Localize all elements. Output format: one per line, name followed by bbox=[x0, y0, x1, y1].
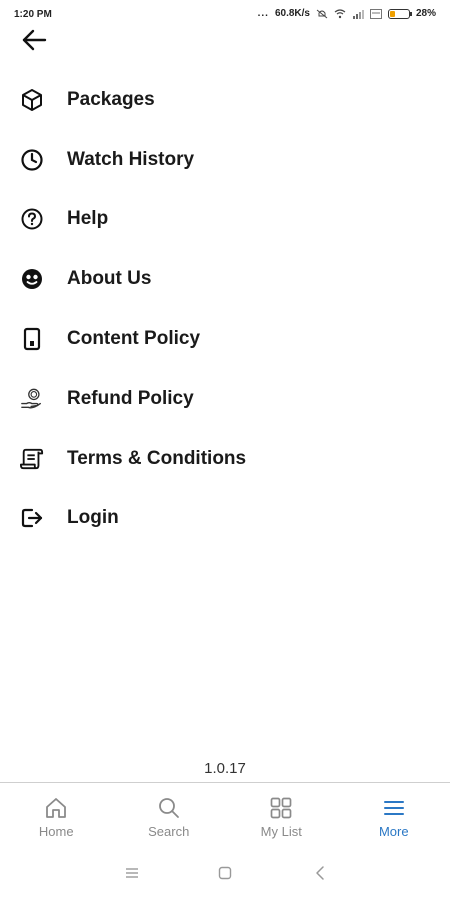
more-menu: Packages Watch History Help About Us Con… bbox=[0, 70, 450, 548]
home-square-icon[interactable] bbox=[215, 863, 235, 883]
nav-label: My List bbox=[260, 824, 302, 839]
clock-icon bbox=[20, 148, 44, 172]
system-nav-bar bbox=[0, 855, 450, 891]
more-screen: 1:20 PM ... 60.8K/s 28% Packages Watch H… bbox=[0, 0, 450, 900]
home-icon bbox=[43, 795, 69, 821]
menu-label: Terms & Conditions bbox=[67, 447, 247, 469]
menu-item-terms-conditions[interactable]: Terms & Conditions bbox=[0, 429, 450, 489]
arrow-left-icon bbox=[22, 29, 47, 51]
document-icon bbox=[20, 447, 44, 471]
back-chevron-icon[interactable] bbox=[310, 863, 330, 883]
cube-icon bbox=[20, 88, 44, 112]
menu-item-packages[interactable]: Packages bbox=[0, 70, 450, 130]
nav-home[interactable]: Home bbox=[0, 783, 113, 843]
network-speed: 60.8K/s bbox=[274, 8, 310, 19]
menu-icon bbox=[381, 795, 407, 821]
refund-hand-icon bbox=[20, 387, 44, 411]
nav-label: Home bbox=[38, 824, 74, 839]
status-bar: 1:20 PM ... 60.8K/s 28% bbox=[0, 0, 450, 28]
menu-item-watch-history[interactable]: Watch History bbox=[0, 130, 450, 190]
smiley-icon bbox=[20, 267, 44, 291]
nav-label: Search bbox=[148, 824, 190, 839]
nav-more[interactable]: More bbox=[338, 783, 450, 843]
menu-label: Help bbox=[67, 208, 109, 230]
menu-label: Content Policy bbox=[67, 328, 201, 350]
battery-fill bbox=[389, 10, 395, 17]
menu-label: Watch History bbox=[67, 148, 195, 170]
back-button[interactable] bbox=[18, 26, 50, 54]
nav-my-list[interactable]: My List bbox=[225, 783, 338, 843]
phone-icon bbox=[20, 327, 44, 351]
recents-icon[interactable] bbox=[122, 863, 142, 883]
menu-label: Packages bbox=[67, 88, 155, 110]
wifi-icon bbox=[334, 8, 346, 18]
menu-label: Login bbox=[67, 507, 119, 529]
menu-label: Refund Policy bbox=[67, 387, 194, 409]
menu-item-about-us[interactable]: About Us bbox=[0, 249, 450, 309]
battery-icon bbox=[387, 8, 412, 19]
mute-icon bbox=[316, 9, 328, 18]
status-right: ... 60.8K/s 28% bbox=[258, 8, 436, 19]
menu-item-help[interactable]: Help bbox=[0, 190, 450, 250]
status-time: 1:20 PM bbox=[14, 9, 52, 20]
grid-icon bbox=[268, 795, 294, 821]
menu-item-login[interactable]: Login bbox=[0, 489, 450, 549]
battery-percent: 28% bbox=[415, 8, 436, 19]
search-icon bbox=[156, 795, 182, 821]
nav-search[interactable]: Search bbox=[113, 783, 226, 843]
volte-icon bbox=[370, 8, 382, 19]
menu-item-content-policy[interactable]: Content Policy bbox=[0, 309, 450, 369]
question-circle-icon bbox=[20, 207, 44, 231]
bottom-nav: Home Search My List More bbox=[0, 783, 450, 843]
nav-label: More bbox=[378, 824, 409, 839]
app-version: 1.0.17 bbox=[204, 760, 246, 777]
menu-label: About Us bbox=[67, 268, 152, 290]
menu-item-refund-policy[interactable]: Refund Policy bbox=[0, 369, 450, 429]
signal-icon bbox=[352, 9, 364, 19]
status-dots: ... bbox=[257, 8, 269, 19]
login-icon bbox=[20, 506, 44, 530]
